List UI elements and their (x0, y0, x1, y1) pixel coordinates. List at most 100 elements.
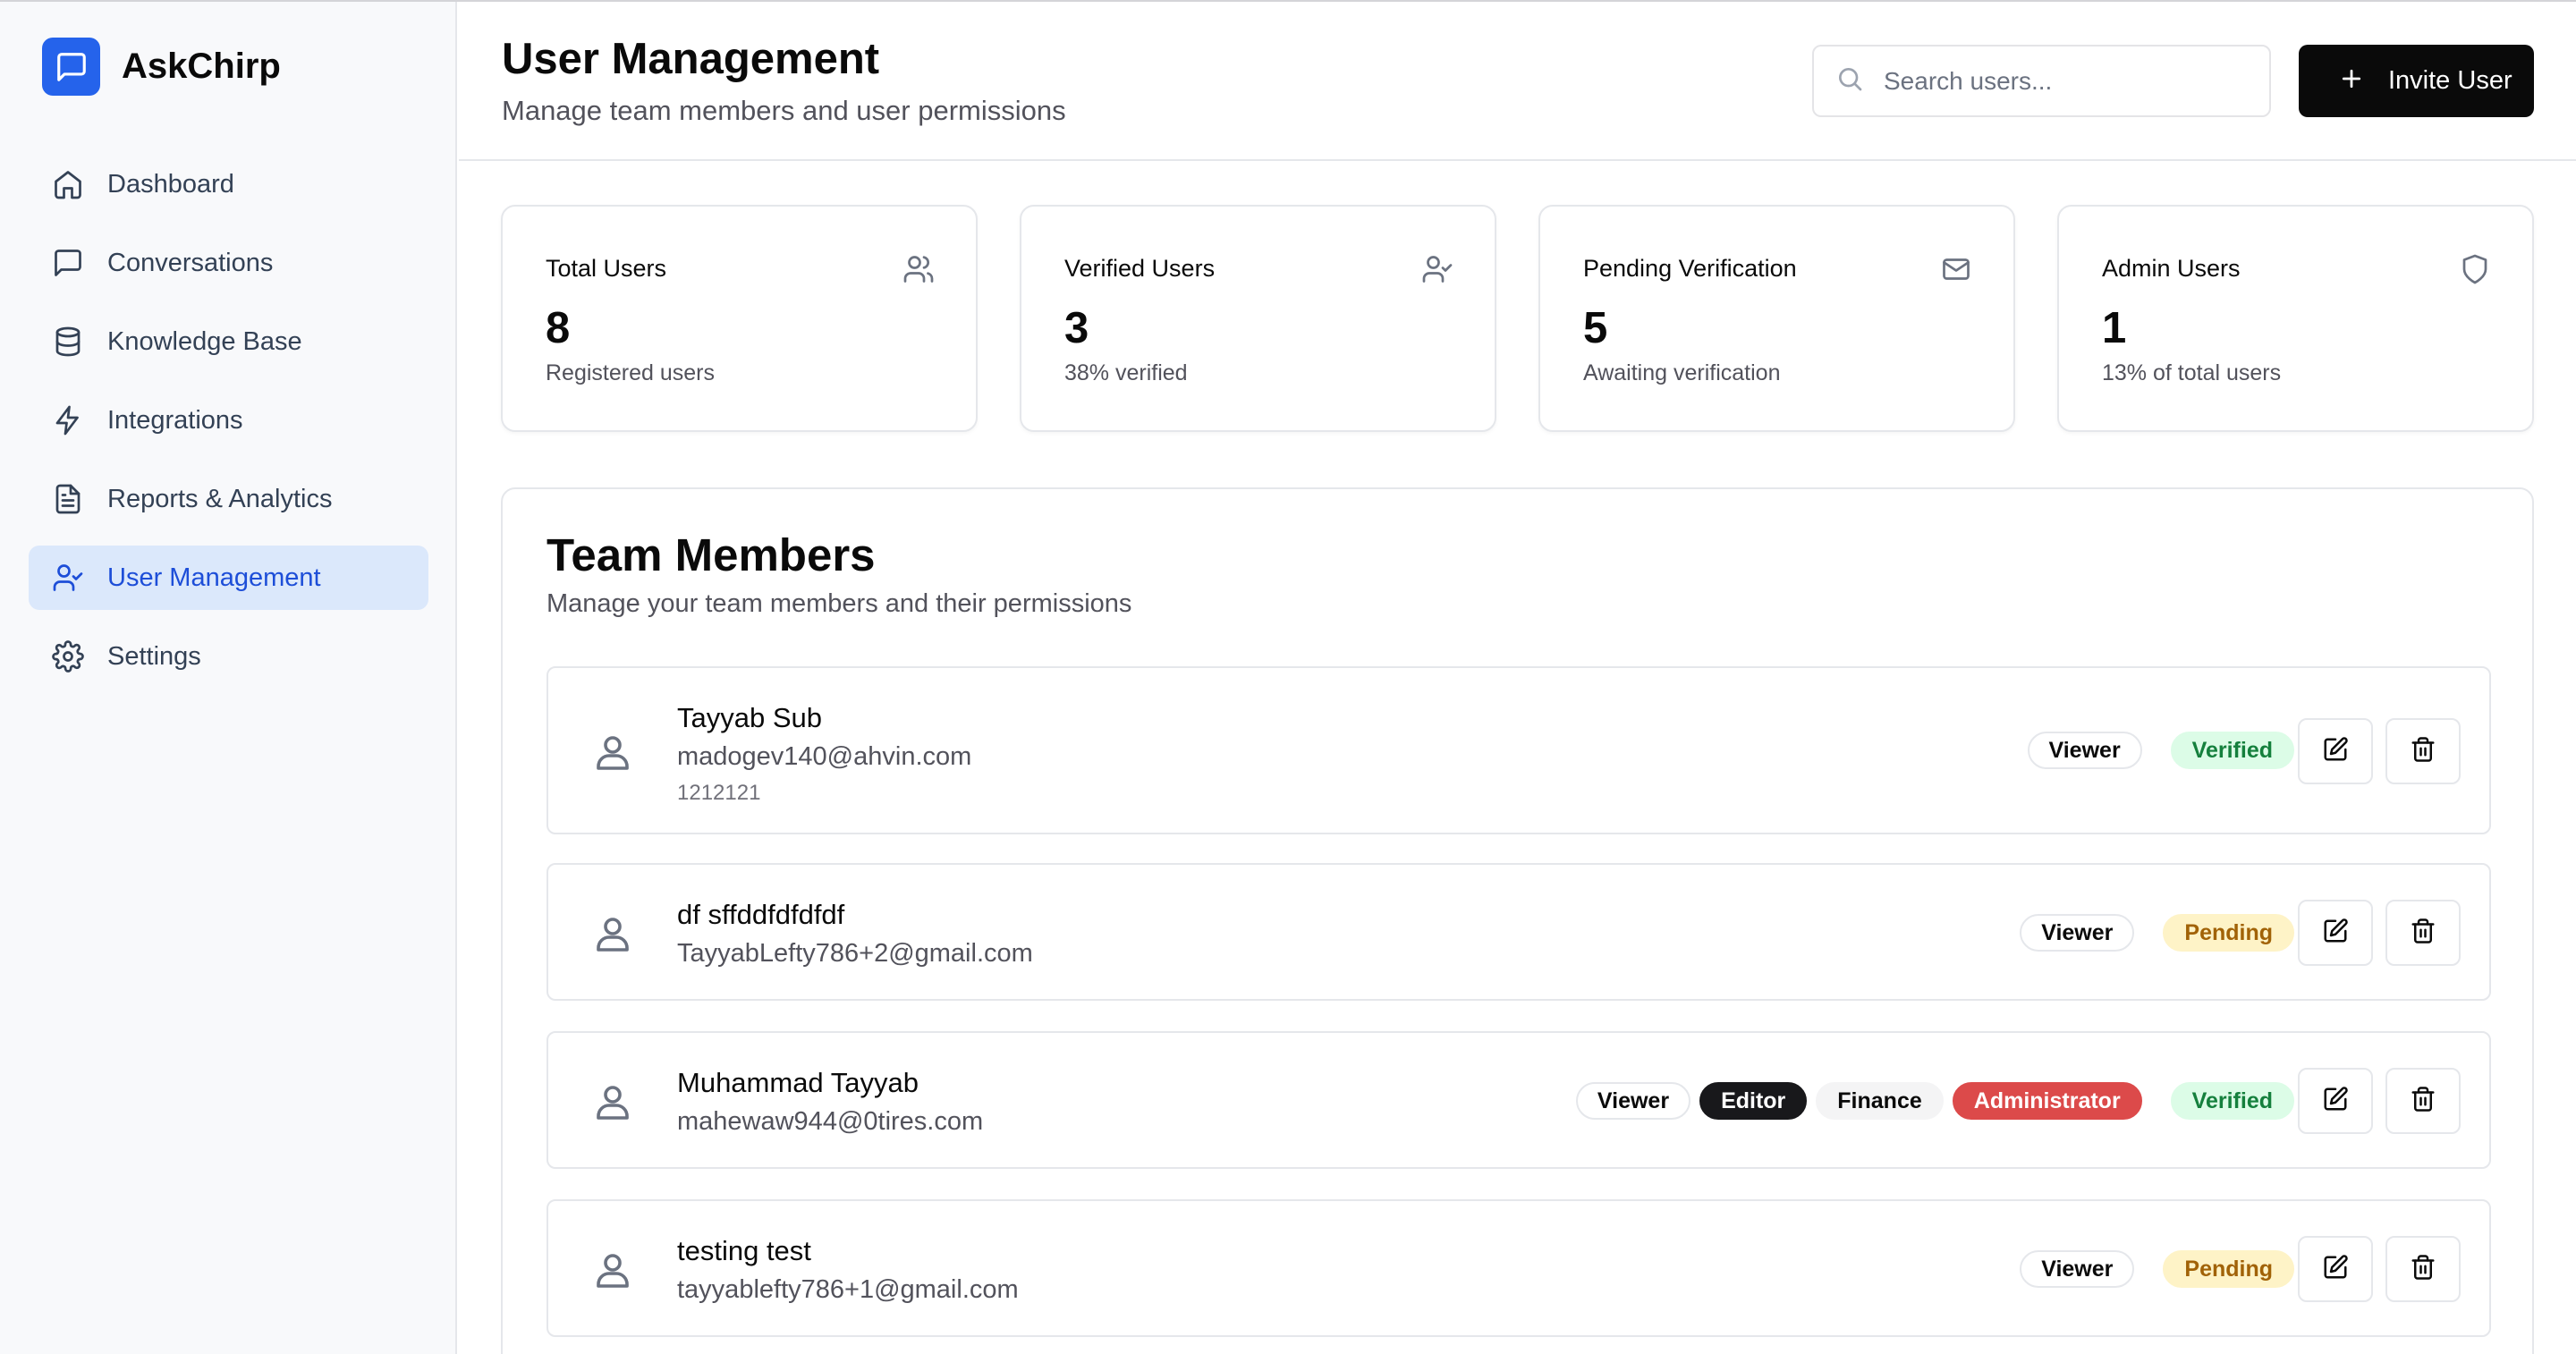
user-icon (591, 1248, 634, 1291)
role-badge-viewer: Viewer (2027, 732, 2142, 769)
plus-icon (2338, 65, 2365, 97)
member-row: Tayyab Sub madogev140@ahvin.com 1212121 … (547, 666, 2491, 834)
trash-icon (2410, 1086, 2436, 1117)
member-row: df sffddfdfdfdf TayyabLefty786+2@gmail.c… (547, 863, 2491, 1001)
sidebar-item-label: User Management (107, 563, 321, 592)
message-square-icon (50, 245, 86, 281)
member-email: tayyablefty786+1@gmail.com (677, 1275, 1019, 1304)
stat-description: 38% verified (1064, 360, 1188, 385)
stat-value: 5 (1583, 304, 1608, 352)
lightning-icon (50, 402, 86, 438)
stat-title: Total Users (546, 255, 667, 282)
edit-icon (2322, 1254, 2349, 1285)
stat-title: Verified Users (1064, 255, 1216, 282)
stat-value: 1 (2102, 304, 2127, 352)
stat-description: Awaiting verification (1583, 360, 1781, 385)
member-name: Tayyab Sub (677, 702, 822, 733)
stat-title: Admin Users (2102, 255, 2241, 282)
users-icon (902, 253, 935, 285)
sidebar-item-dashboard[interactable]: Dashboard (29, 152, 428, 216)
member-name: Muhammad Tayyab (677, 1067, 919, 1098)
trash-icon (2410, 1254, 2436, 1285)
search-input[interactable] (1884, 66, 2241, 96)
role-badge-editor: Editor (1699, 1082, 1808, 1120)
role-badge-finance: Finance (1816, 1082, 1944, 1120)
member-row: Muhammad Tayyab mahewaw944@0tires.com Vi… (547, 1031, 2491, 1169)
sidebar-item-settings[interactable]: Settings (29, 624, 428, 689)
user-check-icon (1421, 253, 1453, 285)
member-email: mahewaw944@0tires.com (677, 1107, 984, 1136)
role-badge-viewer: Viewer (1575, 1082, 1691, 1120)
member-email: madogev140@ahvin.com (677, 742, 972, 771)
user-check-icon (50, 560, 86, 596)
team-members-panel: Team Members Manage your team members an… (501, 487, 2534, 1354)
status-badge: Pending (2163, 1250, 2294, 1288)
stat-card-admin-users: Admin Users 1 13% of total users (2057, 205, 2534, 432)
member-badges: Viewer Verified (2027, 732, 2294, 769)
sidebar-item-user-management[interactable]: User Management (29, 546, 428, 610)
member-name: df sffddfdfdfdf (677, 899, 845, 930)
stat-value: 3 (1064, 304, 1089, 352)
database-icon (50, 324, 86, 360)
search-box[interactable] (1812, 45, 2271, 117)
edit-button[interactable] (2298, 718, 2373, 784)
sidebar-nav: Dashboard Conversations Knowledge Base I… (29, 152, 428, 703)
shield-icon (2459, 253, 2491, 285)
status-badge: Verified (2170, 732, 2294, 769)
sidebar-item-reports[interactable]: Reports & Analytics (29, 467, 428, 531)
trash-icon (2410, 736, 2436, 767)
sidebar: AskChirp Dashboard Conversations Knowled… (0, 2, 457, 1354)
stat-card-pending-verification: Pending Verification 5 Awaiting verifica… (1538, 205, 2015, 432)
file-text-icon (50, 481, 86, 517)
home-icon (50, 166, 86, 202)
user-icon (591, 731, 634, 774)
stat-title: Pending Verification (1583, 255, 1797, 282)
sidebar-item-label: Reports & Analytics (107, 484, 333, 513)
status-badge: Pending (2163, 914, 2294, 952)
sidebar-item-label: Knowledge Base (107, 326, 302, 356)
brand-name: AskChirp (122, 47, 281, 86)
edit-icon (2322, 1086, 2349, 1117)
app-window: AskChirp Dashboard Conversations Knowled… (0, 0, 2576, 1354)
mail-icon (1940, 253, 1972, 285)
invite-user-label: Invite User (2388, 66, 2512, 95)
stat-card-total-users: Total Users 8 Registered users (501, 205, 978, 432)
trash-icon (2410, 918, 2436, 949)
edit-button[interactable] (2298, 1068, 2373, 1134)
page-subtitle: Manage team members and user permissions (502, 95, 1066, 126)
sidebar-item-label: Conversations (107, 248, 274, 277)
delete-button[interactable] (2385, 1068, 2461, 1134)
member-badges: Viewer Editor Finance Administrator Veri… (1575, 1082, 2294, 1120)
gear-icon (50, 639, 86, 674)
page-header: User Management Manage team members and … (459, 2, 2576, 161)
search-icon (1835, 64, 1864, 97)
edit-button[interactable] (2298, 900, 2373, 966)
team-subtitle: Manage your team members and their permi… (547, 589, 1132, 618)
role-badge-administrator: Administrator (1952, 1082, 2142, 1120)
edit-button[interactable] (2298, 1236, 2373, 1302)
delete-button[interactable] (2385, 718, 2461, 784)
edit-icon (2322, 918, 2349, 949)
edit-icon (2322, 736, 2349, 767)
brand[interactable]: AskChirp (42, 38, 281, 96)
sidebar-item-conversations[interactable]: Conversations (29, 231, 428, 295)
invite-user-button[interactable]: Invite User (2299, 45, 2534, 117)
member-phone: 1212121 (677, 781, 761, 805)
member-email: TayyabLefty786+2@gmail.com (677, 939, 1033, 968)
team-title: Team Members (547, 529, 876, 580)
role-badge-viewer: Viewer (2020, 914, 2135, 952)
sidebar-item-label: Settings (107, 641, 201, 671)
sidebar-item-knowledge-base[interactable]: Knowledge Base (29, 309, 428, 374)
chat-bubble-icon (42, 38, 100, 96)
sidebar-item-label: Dashboard (107, 169, 234, 199)
member-name: testing test (677, 1235, 811, 1266)
stat-value: 8 (546, 304, 571, 352)
delete-button[interactable] (2385, 900, 2461, 966)
stat-description: Registered users (546, 360, 715, 385)
status-badge: Verified (2170, 1082, 2294, 1120)
member-badges: Viewer Pending (2020, 1250, 2294, 1288)
stat-card-verified-users: Verified Users 3 38% verified (1020, 205, 1496, 432)
delete-button[interactable] (2385, 1236, 2461, 1302)
sidebar-item-integrations[interactable]: Integrations (29, 388, 428, 453)
sidebar-item-label: Integrations (107, 405, 243, 435)
